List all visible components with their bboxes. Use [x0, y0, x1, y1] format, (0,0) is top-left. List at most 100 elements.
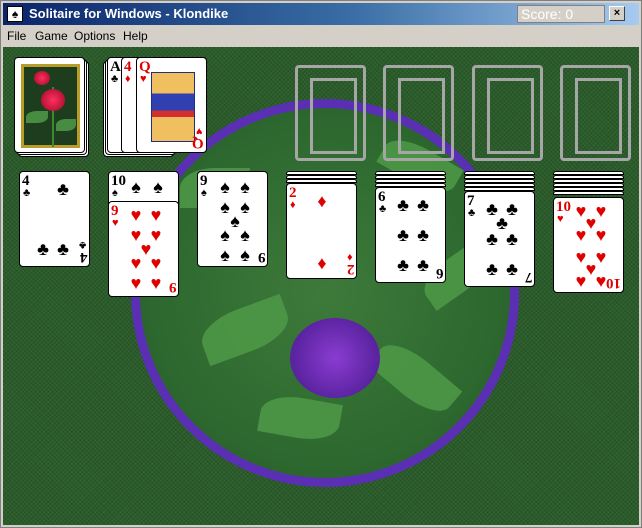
window-title: Solitaire for Windows - Klondike [29, 6, 229, 21]
pip: ♣ [417, 255, 429, 275]
card-suit: ♣ [23, 187, 31, 199]
card-suit: ♦ [347, 251, 353, 263]
pip: ♣ [417, 195, 429, 215]
pip: ♥ [130, 205, 142, 225]
leaf-decoration [367, 333, 463, 423]
menu-bar: File Game Options Help [3, 27, 639, 46]
pip: ♣ [37, 239, 49, 259]
card-rank: 2 [289, 185, 297, 201]
card-rank: 6 [378, 189, 386, 205]
title-bar[interactable]: ♠ Solitaire for Windows - Klondike Score… [3, 3, 639, 25]
card-rank: Q [192, 135, 204, 151]
menu-help[interactable]: Help [123, 29, 148, 43]
stock-card[interactable] [14, 57, 85, 153]
pip: ♦ [317, 253, 327, 273]
card-suit: ♣ [379, 203, 387, 215]
foundation-1[interactable] [295, 65, 366, 161]
pip: ♥ [595, 225, 607, 245]
card-suit: ♥ [196, 125, 203, 137]
card-rank: 4 [22, 173, 30, 189]
waste-card-queen-hearts[interactable]: Q ♥ Q ♥ [136, 57, 207, 153]
pip: ♣ [397, 255, 409, 275]
pip: ♣ [57, 239, 69, 259]
pip: ♠ [240, 245, 250, 265]
menu-game[interactable]: Game [35, 29, 68, 43]
solitaire-app-icon[interactable]: ♠ [7, 6, 23, 22]
card-rank: 7 [467, 193, 475, 209]
menu-options[interactable]: Options [74, 29, 115, 43]
pip: ♥ [130, 273, 142, 293]
pip: ♣ [397, 225, 409, 245]
pip: ♣ [397, 195, 409, 215]
card-rank: 9 [257, 249, 266, 265]
card-rank: Q [139, 59, 151, 75]
solitaire-window: ♠ Solitaire for Windows - Klondike Score… [0, 0, 642, 528]
card-rank: 9 [200, 173, 208, 189]
close-button[interactable]: × [609, 6, 625, 21]
pip: ♠ [240, 177, 250, 197]
foundation-3[interactable] [472, 65, 543, 161]
rose-icon [34, 71, 50, 85]
rose-icon [41, 89, 65, 111]
card-suit: ♠ [201, 187, 207, 199]
score-display: Score: 0 [517, 5, 605, 23]
pip: ♠ [240, 225, 250, 245]
pip: ♠ [153, 177, 163, 197]
pip: ♥ [150, 205, 162, 225]
pip: ♠ [220, 225, 230, 245]
pip: ♣ [486, 259, 498, 279]
pip: ♠ [220, 245, 230, 265]
card-back-design [21, 64, 80, 148]
card-suit: ♣ [468, 207, 476, 219]
pip: ♣ [417, 225, 429, 245]
tableau-1-card-4-clubs[interactable]: 4 ♣ ♣ ♣ ♣ 4 ♣ [19, 171, 90, 267]
tableau-6-card-7-clubs[interactable]: 7 ♣ ♣ ♣ ♣ ♣ ♣ ♣ ♣ 7 [464, 191, 535, 287]
pip: ♦ [317, 191, 327, 211]
tableau-3-card-9-spades[interactable]: 9 ♠ ♠ ♠ ♠ ♠ ♠ ♠ ♠ ♠ ♠ 9 [197, 171, 268, 267]
card-rank: 10 [111, 173, 126, 189]
card-suit: ♦ [125, 73, 131, 85]
card-suit: ♣ [78, 239, 86, 251]
card-suit: ♠ [112, 187, 118, 199]
tableau-7-card-10-hearts[interactable]: 10 ♥ ♥ ♥ ♥ ♥ ♥ ♥ ♥ ♥ ♥ ♥ 10 [553, 197, 624, 293]
tableau-4-card-2-diamonds[interactable]: 2 ♦ ♦ ♦ 2 ♦ [286, 183, 357, 279]
card-rank: A [110, 59, 121, 75]
card-suit: ♥ [112, 217, 119, 229]
card-rank: 4 [79, 249, 88, 265]
card-suit: ♥ [140, 73, 147, 85]
pip: ♥ [130, 253, 142, 273]
face-down-card [553, 191, 624, 195]
card-rank: 4 [124, 59, 132, 75]
card-rank: 9 [111, 203, 119, 219]
leaf-decoration [195, 293, 295, 367]
card-rank: 6 [435, 265, 444, 281]
pip: ♥ [150, 253, 162, 273]
leaf-decoration [257, 391, 343, 445]
card-suit: ♥ [557, 213, 564, 225]
score-label: Score: 0 [521, 6, 574, 22]
card-rank: 10 [606, 275, 621, 291]
pip: ♥ [150, 273, 162, 293]
tableau-2-card-9-hearts[interactable]: 9 ♥ ♥ ♥ ♥ ♥ ♥ ♥ ♥ ♥ ♥ 9 [108, 201, 179, 297]
card-rank: 9 [168, 279, 177, 295]
card-rank: 10 [556, 199, 571, 215]
card-suit: ♦ [290, 199, 296, 211]
card-rank: 2 [346, 261, 355, 277]
game-table[interactable]: A ♣ 4 ♦ Q ♥ Q ♥ 4 ♣ ♣ ♣ ♣ 4 ♣ 10 ♠ ♠ ♠ 9… [3, 47, 639, 525]
pip: ♣ [506, 259, 518, 279]
pip: ♣ [486, 229, 498, 249]
menu-file[interactable]: File [7, 29, 26, 43]
pip: ♥ [575, 271, 587, 291]
card-rank: 7 [524, 269, 533, 285]
card-suit: ♣ [111, 73, 119, 85]
pip: ♣ [506, 229, 518, 249]
pip: ♠ [220, 177, 230, 197]
leaf-decoration [56, 119, 76, 131]
flower-decoration [290, 318, 380, 398]
foundation-4[interactable] [560, 65, 631, 161]
pip: ♠ [131, 177, 141, 197]
tableau-5-card-6-clubs[interactable]: 6 ♣ ♣ ♣ ♣ ♣ ♣ ♣ 6 [375, 187, 446, 283]
leaf-decoration [26, 111, 48, 123]
foundation-2[interactable] [383, 65, 454, 161]
pip: ♥ [575, 225, 587, 245]
